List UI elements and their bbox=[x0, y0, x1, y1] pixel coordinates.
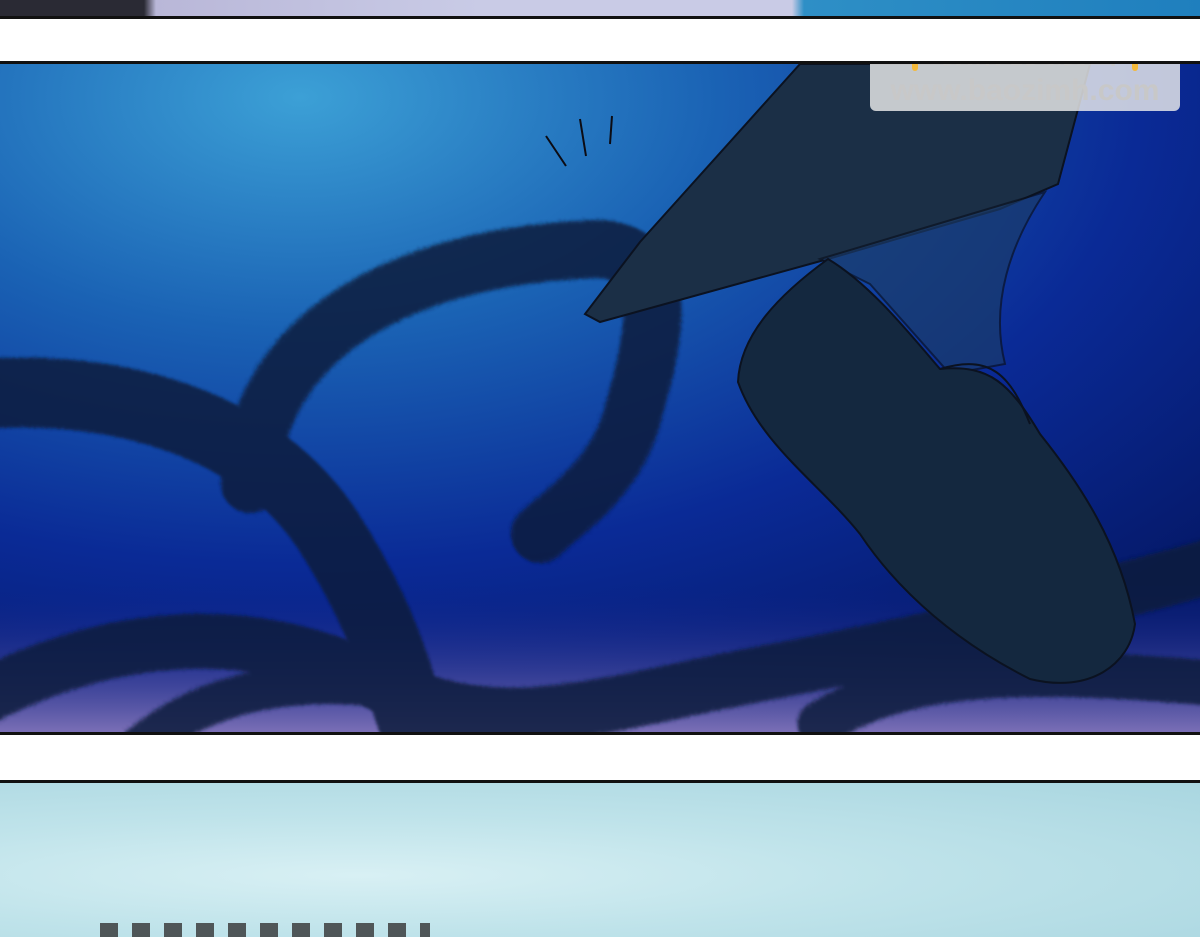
watermark-url: www.baozimh.com bbox=[890, 74, 1160, 107]
main-comic-panel: 最新免费漫画 www.baozimh.com bbox=[0, 61, 1200, 735]
watermark-title: 最新免费漫画 bbox=[932, 64, 1118, 72]
underwater-scene bbox=[0, 64, 1200, 732]
pointing-down-hand-icon bbox=[912, 64, 918, 71]
watermark-badge: 最新免费漫画 www.baozimh.com bbox=[870, 64, 1180, 111]
pointing-down-hand-icon bbox=[1132, 64, 1138, 71]
top-panel-edge bbox=[0, 0, 1200, 19]
cropped-caption-text bbox=[100, 923, 430, 937]
next-comic-panel bbox=[0, 780, 1200, 937]
